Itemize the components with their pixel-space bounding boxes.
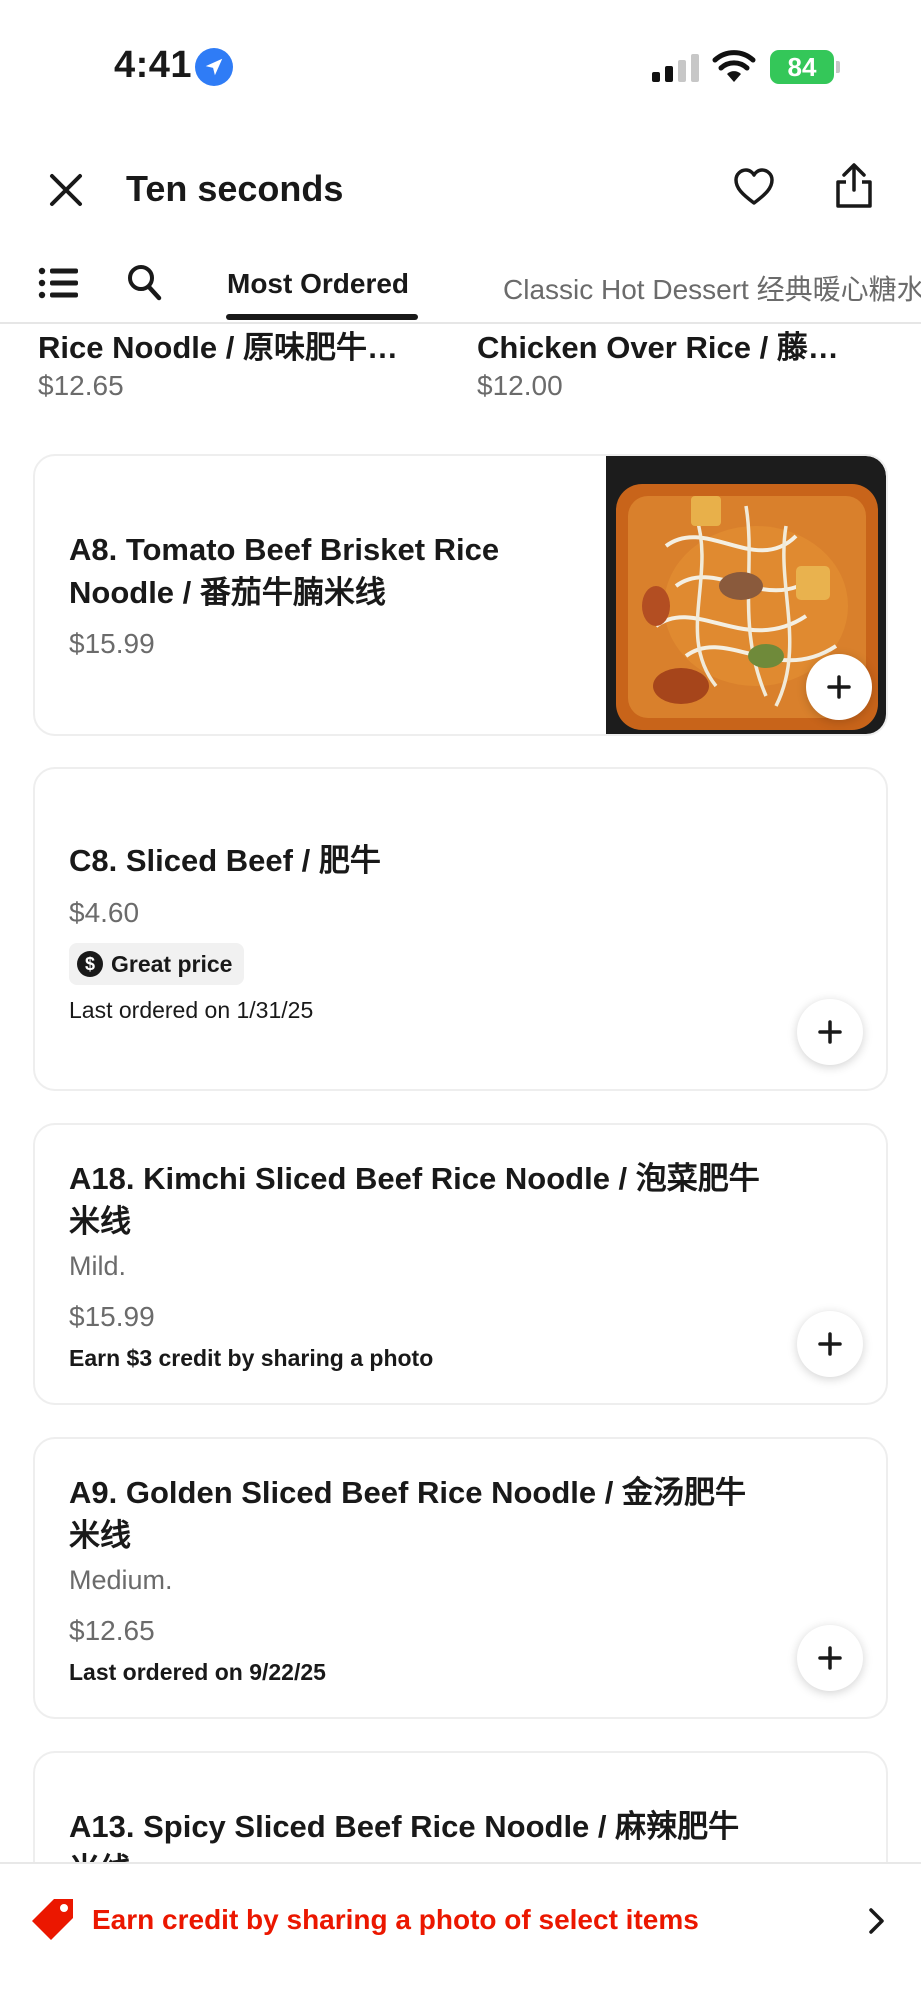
- last-ordered-note: Last ordered on 9/22/25: [69, 1659, 326, 1685]
- photo-credit-banner[interactable]: Earn credit by sharing a photo of select…: [0, 1862, 921, 2000]
- active-tab-indicator: [226, 314, 418, 320]
- plus-icon: [818, 1020, 842, 1044]
- store-header: Ten seconds: [0, 150, 921, 230]
- add-item-button[interactable]: [797, 1311, 863, 1377]
- partial-item-name[interactable]: Chicken Over Rice / 藤…: [477, 322, 897, 367]
- menu-item-card[interactable]: C8. Sliced Beef / 肥牛 $4.60 $ Great price…: [33, 767, 888, 1091]
- partial-item-price: $12.00: [477, 370, 563, 401]
- item-name-line: A8. Tomato Beef Brisket Rice: [69, 532, 500, 567]
- item-description: Medium.: [69, 1565, 173, 1595]
- tag-icon: [32, 1899, 73, 1940]
- menu-item-card[interactable]: A18. Kimchi Sliced Beef Rice Noodle / 泡菜…: [33, 1123, 888, 1405]
- banner-text: Earn credit by sharing a photo of select…: [92, 1904, 699, 1935]
- status-bar: 4:41 84: [0, 0, 921, 120]
- signal-icon: [652, 54, 699, 82]
- add-item-button[interactable]: [797, 999, 863, 1065]
- category-tabs: Most Ordered Classic Hot Dessert 经典暖心糖水: [0, 250, 921, 324]
- search-icon[interactable]: [126, 262, 162, 302]
- battery-icon: 84: [770, 50, 840, 84]
- item-price: $15.99: [69, 628, 155, 659]
- plus-icon: [818, 1332, 842, 1356]
- item-description: Mild.: [69, 1251, 127, 1281]
- plus-icon: [827, 675, 851, 699]
- list-icon[interactable]: [38, 266, 80, 300]
- item-price: $15.99: [69, 1301, 155, 1332]
- great-price-badge: $ Great price: [69, 943, 245, 985]
- item-name-line: A9. Golden Sliced Beef Rice Noodle / 金汤肥…: [69, 1475, 746, 1510]
- plus-icon: [818, 1646, 842, 1670]
- item-name-line: 米线: [69, 1204, 131, 1239]
- photo-credit-note: Earn $3 credit by sharing a photo: [69, 1345, 434, 1371]
- menu-item-card[interactable]: A9. Golden Sliced Beef Rice Noodle / 金汤肥…: [33, 1437, 888, 1719]
- item-name-line: A13. Spicy Sliced Beef Rice Noodle / 麻辣肥…: [69, 1809, 740, 1844]
- last-ordered-note: Last ordered on 1/31/25: [69, 997, 314, 1023]
- status-time: 4:41: [114, 44, 193, 86]
- chevron-right-icon: [869, 1908, 884, 1934]
- heart-icon[interactable]: [732, 166, 776, 210]
- wifi-icon: [712, 50, 756, 82]
- badge-label: Great price: [111, 950, 233, 977]
- tab-classic-hot-dessert[interactable]: Classic Hot Dessert 经典暖心糖水: [503, 268, 921, 308]
- item-name-line: 米线: [69, 1518, 131, 1553]
- item-price: $4.60: [69, 897, 140, 928]
- partial-item-name[interactable]: Rice Noodle / 原味肥牛…: [38, 322, 438, 367]
- location-arrow-icon: [195, 48, 233, 86]
- store-title: Ten seconds: [126, 168, 344, 209]
- tab-most-ordered[interactable]: Most Ordered: [227, 268, 409, 300]
- share-icon[interactable]: [832, 162, 876, 210]
- item-name-line: Noodle / 番茄牛腩米线: [69, 575, 386, 610]
- add-item-button[interactable]: [806, 654, 872, 720]
- menu-item-card[interactable]: A8. Tomato Beef Brisket Rice Noodle / 番茄…: [33, 454, 888, 736]
- item-name-line: A18. Kimchi Sliced Beef Rice Noodle / 泡菜…: [69, 1161, 760, 1196]
- item-name: C8. Sliced Beef / 肥牛: [69, 843, 381, 878]
- partial-item-price: $12.65: [38, 370, 124, 401]
- item-price: $12.65: [69, 1615, 155, 1646]
- close-icon[interactable]: [44, 168, 88, 212]
- dollar-icon: $: [77, 951, 103, 977]
- add-item-button[interactable]: [797, 1625, 863, 1691]
- battery-level: 84: [787, 51, 817, 82]
